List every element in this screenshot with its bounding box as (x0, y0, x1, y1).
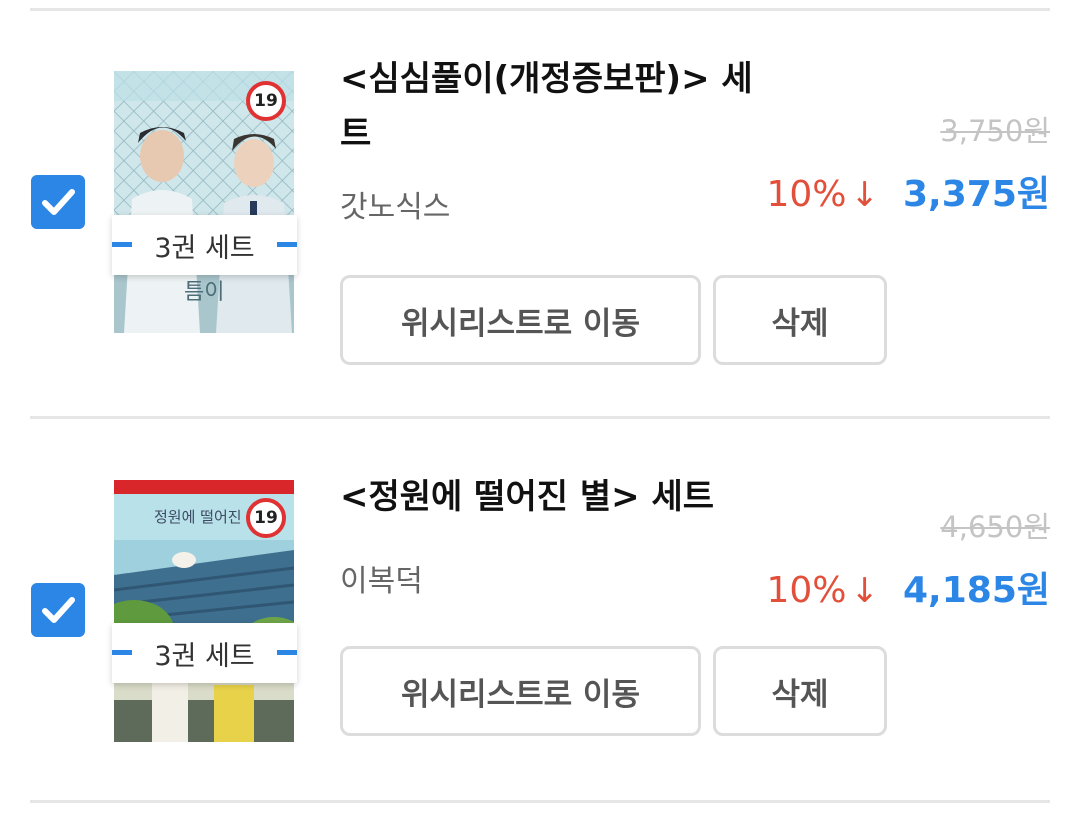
move-to-wishlist-button[interactable]: 위시리스트로 이동 (340, 275, 701, 365)
age-rating-badge: 19 (246, 81, 286, 121)
original-price: 3,750원 (940, 114, 1050, 148)
final-price: 4,185원 (903, 570, 1050, 611)
cart-item: 틈이 19 3권 세트 <심심풀이(개정증보판)> 세 트 갓노식스 3,750… (0, 10, 1080, 390)
item-title[interactable]: <정원에 떨어진 별> 세트 (340, 470, 770, 525)
set-count-tag: 3권 세트 (112, 623, 297, 683)
price-row: 10% ↓ 3,375원 (766, 165, 1050, 217)
final-price: 3,375원 (903, 174, 1050, 215)
checkmark-icon (42, 189, 75, 215)
item-title-line1: <심심풀이(개정증보판)> 세 (340, 59, 753, 99)
svg-text:틈이: 틈이 (184, 280, 224, 305)
checkmark-icon (42, 597, 75, 623)
age-rating-badge: 19 (246, 498, 286, 538)
item-author: 갓노식스 (340, 190, 451, 225)
divider-bottom (30, 800, 1050, 803)
cart-item: 정원에 떨어진 별 19 3권 세트 <정원에 떨어진 별> 세트 이복덕 4,… (0, 418, 1080, 798)
price-row: 10% ↓ 4,185원 (766, 561, 1050, 613)
item-title-line1: <정원에 떨어진 별> 세트 (340, 477, 715, 517)
arrow-down-icon: ↓ (850, 175, 880, 215)
item-checkbox[interactable] (31, 175, 85, 229)
discount-rate: 10% (766, 570, 847, 611)
arrow-down-icon: ↓ (850, 571, 880, 611)
delete-button[interactable]: 삭제 (713, 275, 887, 365)
cover-title: 정원에 떨어진 별 (154, 508, 260, 526)
delete-button[interactable]: 삭제 (713, 646, 887, 736)
book-cover[interactable]: 틈이 19 (114, 71, 294, 333)
move-to-wishlist-button[interactable]: 위시리스트로 이동 (340, 646, 701, 736)
item-title[interactable]: <심심풀이(개정증보판)> 세 트 (340, 52, 770, 162)
cover-banner (114, 480, 294, 494)
item-title-line2: 트 (340, 114, 372, 154)
set-count-tag: 3권 세트 (112, 215, 297, 275)
original-price: 4,650원 (940, 510, 1050, 544)
book-cover[interactable]: 정원에 떨어진 별 19 (114, 480, 294, 742)
discount-rate: 10% (766, 174, 847, 215)
item-author: 이복덕 (340, 564, 423, 599)
item-checkbox[interactable] (31, 583, 85, 637)
